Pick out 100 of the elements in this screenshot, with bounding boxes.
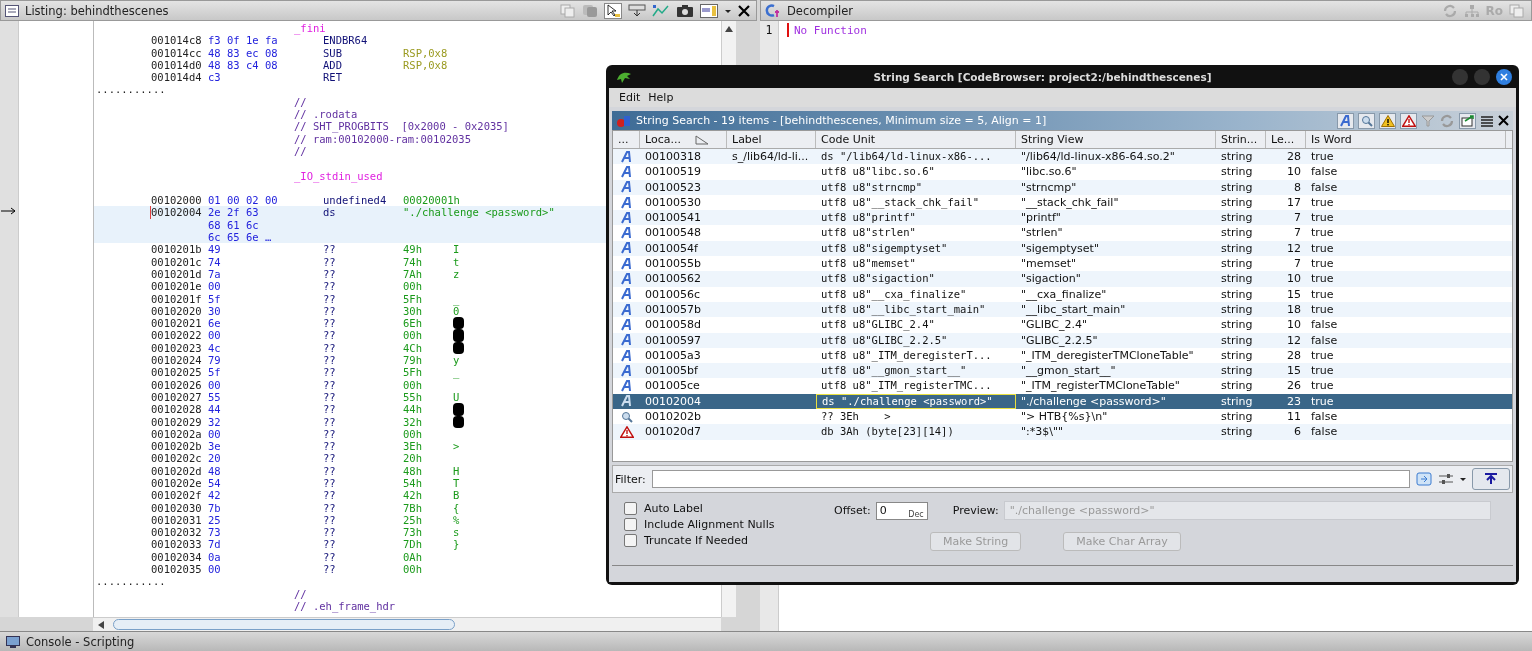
table-row[interactable]: 0010058d utf8 u8"GLIBC_2.4" "GLIBC_2.4" string 10 false	[613, 317, 1512, 333]
column-header[interactable]: ...	[613, 131, 640, 148]
sliders-icon[interactable]	[1438, 472, 1454, 486]
offset-field[interactable]: 0 Dec	[875, 501, 928, 520]
is-word-cell-text: true	[1310, 271, 1335, 287]
menu-icon[interactable]	[1480, 114, 1494, 127]
operand-text: 42h	[403, 489, 423, 502]
string-view-cell-text: "strncmp"	[1020, 179, 1078, 195]
table-row[interactable]: 0010054f utf8 u8"sigemptyset" "sigemptyset" string 12 true	[613, 240, 1512, 257]
close-icon[interactable]	[738, 4, 750, 17]
char-text: _	[453, 294, 460, 304]
column-header[interactable]: Code Unit	[816, 131, 1016, 148]
table-row[interactable]: 00100519 utf8 u8"libc.so.6" "libc.so.6" string 10 false	[613, 164, 1512, 180]
operand-text: 55h	[403, 390, 423, 404]
operand-text: 00h	[403, 329, 423, 342]
table-row[interactable]: 001005ce utf8 u8"_ITM_registerTMC... "_ITM_registerTMCloneTable" string 26 true	[613, 378, 1512, 394]
string-filter-toggle[interactable]	[1337, 112, 1354, 129]
operand-text: RSP,0x8	[403, 46, 449, 59]
operand-text: 00h	[403, 280, 423, 293]
table-row[interactable]: 00102004 ds "./challenge <password>" "./challenge <password>" string 23 true	[613, 393, 1512, 410]
checkbox[interactable]	[624, 518, 637, 531]
mnemonic-text: RET	[323, 71, 343, 84]
table-row[interactable]: 001005a3 utf8 u8"_ITM_deregisterT... "_ITM_deregisterTMCloneTable" string 28 true	[613, 347, 1512, 364]
string-view-cell-text: "./challenge <password>"	[1020, 393, 1167, 410]
scroll-to-top-button[interactable]	[1472, 468, 1510, 490]
bytes-text: 48 83 ec 08	[208, 46, 279, 59]
bytes-text: 73	[208, 526, 222, 539]
table-row[interactable]: 00100562 utf8 u8"sigaction" "sigaction" string 10 true	[613, 271, 1512, 287]
operand-text: 32h	[403, 415, 423, 428]
chart-icon[interactable]	[652, 3, 670, 18]
panel-title: Listing: behindthescenes	[25, 3, 169, 18]
column-header[interactable]: Label	[727, 131, 816, 148]
code-unit-cell-text: utf8 u8"__libc_start_main"	[820, 301, 987, 318]
code-unit-cell-text: utf8 u8"__cxa_finalize"	[820, 286, 968, 302]
column-header[interactable]: Strin...	[1216, 131, 1266, 148]
table-row[interactable]: 00100523 utf8 u8"strncmp" "strncmp" string 8 false	[613, 179, 1512, 195]
scroll-thumb[interactable]	[113, 619, 455, 630]
checkbox[interactable]	[624, 534, 637, 547]
mnemonic-text: ??	[323, 489, 337, 502]
address-text: 00102033	[151, 538, 203, 551]
search-filter-toggle[interactable]	[1358, 112, 1375, 129]
bytes-text: 00	[208, 329, 222, 342]
download-icon[interactable]	[628, 3, 646, 18]
location-cell-text: 001020d7	[644, 424, 702, 440]
table-row[interactable]: 0010057b utf8 u8"__libc_start_main" "__libc_start_main" string 18 true	[613, 301, 1512, 318]
table-row[interactable]: 0010202b ?? 3Eh > "> HTB{%s}\n" string 11 false	[613, 409, 1512, 425]
length-cell-text: 7	[1293, 256, 1302, 272]
paste-icon[interactable]	[582, 3, 598, 18]
address-text: 0010202b	[151, 440, 203, 453]
char-text: T	[453, 479, 460, 488]
table-row[interactable]: 0010055b utf8 u8"memset" "memset" string 7 true	[613, 256, 1512, 272]
make-selection-toggle[interactable]	[1459, 112, 1476, 129]
bytes-text: 5f	[208, 366, 222, 379]
horizontal-scrollbar[interactable]	[93, 617, 721, 631]
filter-field[interactable]	[651, 470, 1410, 488]
layout-icon[interactable]	[700, 3, 718, 18]
address-text: 0010202c	[151, 452, 203, 465]
column-header[interactable]: String View	[1016, 131, 1216, 148]
column-header[interactable]: Loca...	[640, 131, 727, 148]
letter-a-icon	[620, 211, 633, 224]
checkbox-label: Include Alignment Nulls	[644, 518, 775, 531]
warning-filter-toggle[interactable]	[1379, 112, 1396, 129]
table-row[interactable]: 0010056c utf8 u8"__cxa_finalize" "__cxa_finalize" string 15 true	[613, 286, 1512, 302]
label-text[interactable]: _fini	[94, 22, 326, 35]
menu-item[interactable]: Help	[648, 91, 674, 104]
column-header[interactable]: Is Word	[1306, 131, 1506, 148]
table-row[interactable]: 001005bf utf8 u8"__gmon_start__" "__gmon_start__" string 15 true	[613, 363, 1512, 379]
console-tab[interactable]: Console - Scripting	[0, 631, 1532, 651]
string-view-cell-text: "_ITM_registerTMCloneTable"	[1020, 378, 1181, 394]
is-word-cell-text: false	[1310, 317, 1339, 333]
type-cell-text: string	[1220, 210, 1254, 226]
comment-text: // ram:00102000-ram:00102035	[293, 132, 471, 145]
checkbox[interactable]	[624, 502, 637, 515]
table-row[interactable]: 00100541 utf8 u8"printf" "printf" string 7 true	[613, 210, 1512, 226]
error-filter-toggle[interactable]	[1400, 112, 1417, 129]
separator-dots: ...........	[95, 83, 166, 96]
search-icon	[1360, 114, 1373, 127]
table-row[interactable]: 00100597 utf8 u8"GLIBC_2.2.5" "GLIBC_2.2.5" string 12 false	[613, 332, 1512, 348]
scroll-up-icon[interactable]	[724, 25, 734, 33]
column-header[interactable]: Le...	[1266, 131, 1306, 148]
bytes-text: 01 00 02 00	[208, 194, 279, 207]
operand-text: 30h	[403, 304, 423, 318]
letter-a-icon	[620, 165, 633, 178]
address-text: 0010201d	[151, 267, 203, 281]
letter-a-icon	[620, 334, 633, 347]
menu-item[interactable]: Edit	[619, 91, 641, 104]
scroll-left-icon[interactable]	[97, 619, 105, 630]
length-cell-text: 6	[1293, 424, 1302, 440]
filter-clear-icon[interactable]	[1416, 472, 1432, 486]
table-row[interactable]: 001020d7 db 3Ah (byte[23][14]) ":*3$\"" string 6 false	[613, 424, 1512, 440]
bytes-text: 44	[208, 403, 222, 416]
label-text[interactable]: _IO_stdin_used	[94, 169, 383, 182]
letter-a-icon	[1339, 114, 1352, 127]
letter-a-icon	[620, 395, 633, 408]
address-text: 0010201b	[151, 243, 203, 256]
cursor-icon[interactable]	[604, 2, 622, 19]
table-row[interactable]: 00100318 s_/lib64/ld-li... ds "/lib64/ld-linux-x86-... "/lib64/ld-linux-x86-64.so.2" string 28 true	[613, 149, 1512, 165]
close-icon[interactable]	[1496, 68, 1512, 85]
camera-icon[interactable]	[676, 3, 694, 18]
close-icon[interactable]	[1498, 115, 1509, 126]
